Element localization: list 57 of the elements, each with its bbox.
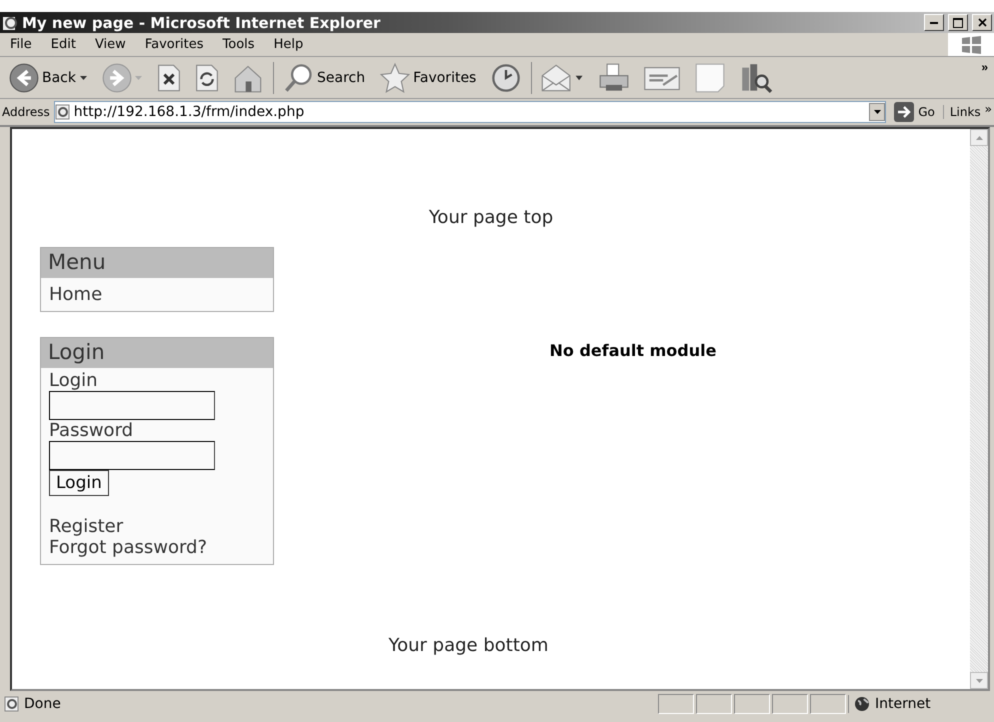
- stop-icon: [156, 64, 182, 92]
- panel-title: Menu: [41, 248, 273, 278]
- links-overflow-button[interactable]: »: [984, 102, 992, 116]
- toolbar-overflow-button[interactable]: »: [981, 60, 988, 74]
- dropdown-caret-icon: [80, 76, 87, 80]
- favorites-button[interactable]: Favorites: [373, 62, 484, 94]
- browser-logo-icon: [2, 14, 18, 30]
- maximize-icon: [953, 18, 963, 28]
- status-text: Done: [24, 696, 61, 712]
- password-field[interactable]: [49, 441, 215, 470]
- menu-item[interactable]: Help: [264, 35, 312, 54]
- text-link[interactable]: Forgot password?: [49, 537, 265, 558]
- down-arrow-icon: [976, 678, 982, 682]
- menu-item[interactable]: View: [86, 35, 135, 54]
- menu-item[interactable]: File: [1, 35, 41, 54]
- page-bottom-text: Your page bottom: [388, 635, 548, 656]
- up-arrow-icon: [976, 136, 982, 140]
- close-button[interactable]: [972, 14, 992, 31]
- field-label: Password: [49, 420, 134, 441]
- clock-icon: [490, 61, 522, 94]
- minimize-icon: [930, 21, 938, 24]
- close-icon: [978, 18, 986, 27]
- menu-item[interactable]: Favorites: [136, 35, 213, 54]
- login-field[interactable]: [49, 391, 215, 420]
- login-button[interactable]: Login: [49, 470, 109, 496]
- maximize-button[interactable]: [948, 14, 968, 31]
- page-top-text: Your page top: [428, 206, 554, 230]
- star-icon: [379, 61, 412, 94]
- status-pane: [772, 694, 808, 714]
- address-label: Address: [2, 105, 50, 119]
- menu-item[interactable]: Edit: [42, 35, 85, 54]
- windows-flag-icon: [948, 33, 994, 56]
- dropdown-caret-icon: [135, 76, 142, 80]
- window-title: My new page - Microsoft Internet Explorer: [22, 14, 382, 32]
- caret-icon: [874, 110, 881, 114]
- search-button[interactable]: Search: [277, 62, 374, 94]
- globe-icon: [854, 696, 870, 712]
- status-pane: [810, 694, 846, 714]
- address-field[interactable]: http://192.168.1.3/frm/index.php: [54, 101, 886, 123]
- dropdown-button[interactable]: [869, 103, 886, 121]
- go-button[interactable]: Go: [890, 102, 939, 122]
- menu-link[interactable]: Home: [49, 284, 265, 305]
- menu-item[interactable]: Tools: [214, 35, 264, 54]
- main-message: No default module: [550, 341, 716, 360]
- links-button[interactable]: Links: [950, 105, 981, 119]
- status-pane: [696, 694, 732, 714]
- panel-title: Login: [41, 338, 273, 368]
- minimize-button[interactable]: [924, 14, 944, 31]
- text-link[interactable]: Register: [49, 516, 265, 537]
- refresh-icon: [194, 64, 220, 92]
- status-pane: [734, 694, 770, 714]
- page-icon: [54, 104, 71, 120]
- field-label: Login: [49, 370, 99, 391]
- security-zone: Internet: [875, 696, 931, 712]
- page-icon: [4, 696, 20, 712]
- status-pane: [658, 694, 694, 714]
- back-button[interactable]: Back: [2, 62, 95, 94]
